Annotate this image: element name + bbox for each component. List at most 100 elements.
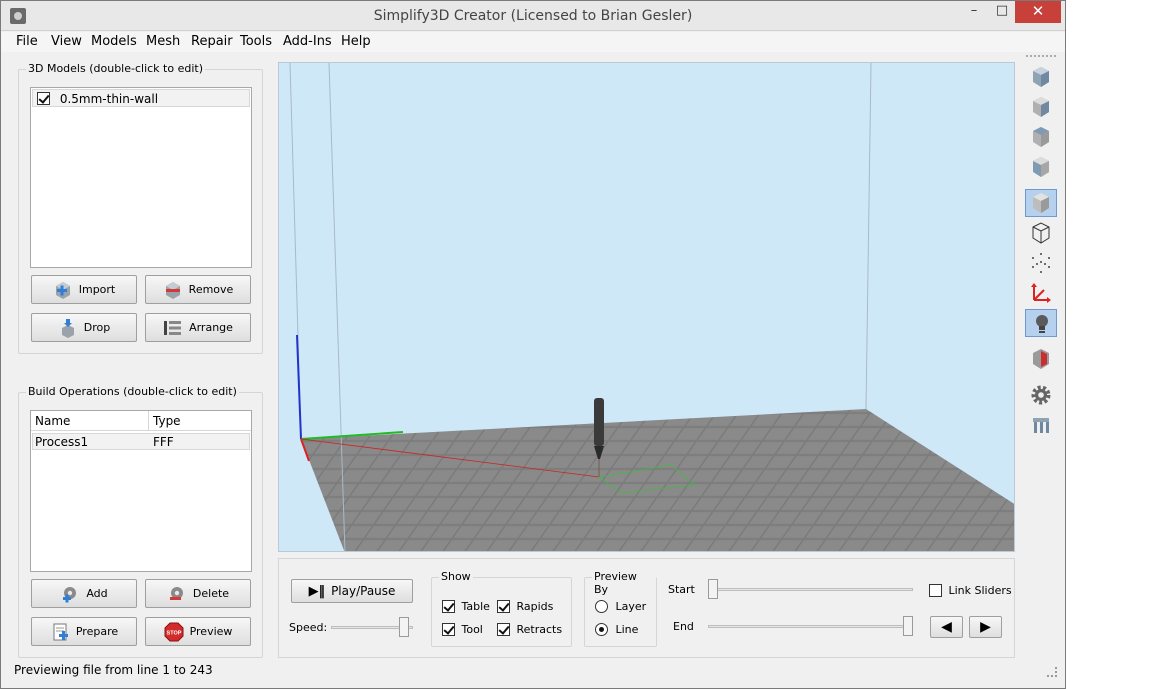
view-top-button[interactable]: [1025, 123, 1057, 151]
arrange-button[interactable]: Arrange: [145, 313, 251, 342]
menu-view[interactable]: View: [51, 34, 82, 49]
step-forward-button[interactable]: ▶: [969, 616, 1002, 638]
add-label: Add: [86, 587, 108, 600]
show-tool-label: Tool: [461, 622, 483, 636]
menu-tools[interactable]: Tools: [240, 34, 272, 49]
list-item[interactable]: 0.5mm-thin-wall: [32, 89, 250, 107]
view-default-icon: [1033, 67, 1049, 87]
show-table-checkbox[interactable]: [442, 599, 455, 613]
menu-models[interactable]: Models: [91, 34, 137, 49]
wireframe-mode-button[interactable]: [1025, 219, 1057, 247]
prepare-button[interactable]: Prepare: [31, 617, 137, 646]
start-slider[interactable]: [708, 588, 913, 591]
show-table-option[interactable]: Table: [442, 599, 490, 613]
add-button[interactable]: Add: [31, 579, 137, 608]
delete-button[interactable]: Delete: [145, 579, 251, 608]
preview-controls: ▶‖ Play/Pause Speed: Show Table Tool Rap…: [278, 558, 1015, 658]
preview-by-layer-option[interactable]: Layer: [595, 599, 646, 613]
show-rapids-checkbox[interactable]: [497, 599, 510, 613]
arrange-icon: [163, 318, 183, 338]
play-pause-button[interactable]: ▶‖ Play/Pause: [291, 579, 413, 603]
status-text: Previewing file from line 1 to 243: [14, 663, 213, 677]
menu-mesh[interactable]: Mesh: [146, 34, 180, 49]
wireframe-mode-icon: [1032, 222, 1050, 244]
models-group: 3D Models (double-click to edit) 0.5mm-t…: [18, 62, 263, 354]
prepare-icon: [50, 622, 70, 642]
preview-by-label: Preview By: [592, 570, 656, 596]
resize-grip[interactable]: [1047, 667, 1057, 677]
view-side-icon: [1033, 157, 1049, 177]
start-slider-thumb[interactable]: [708, 579, 718, 599]
point-mode-button[interactable]: [1025, 249, 1057, 277]
remove-label: Remove: [188, 283, 234, 296]
end-label: End: [673, 620, 694, 633]
menu-file[interactable]: File: [16, 34, 38, 49]
models-list[interactable]: 0.5mm-thin-wall: [30, 87, 252, 268]
stop-sign-icon: STOP: [164, 622, 184, 642]
settings-gear-icon: [1031, 385, 1051, 405]
models-group-label: 3D Models (double-click to edit): [26, 62, 205, 75]
solid-mode-button[interactable]: [1025, 189, 1057, 217]
column-name-header[interactable]: Name: [35, 414, 70, 428]
cross-section-icon: [1033, 349, 1049, 369]
show-retracts-label: Retracts: [516, 622, 563, 636]
view-toolbar: [1022, 53, 1060, 441]
show-tool-option[interactable]: Tool: [442, 622, 483, 636]
drop-label: Drop: [83, 321, 111, 334]
table-row[interactable]: Process1 FFF: [32, 433, 250, 450]
lighting-icon: [1036, 315, 1048, 333]
preview-by-group: Preview By Layer Line: [584, 570, 657, 647]
end-slider-thumb[interactable]: [903, 616, 913, 636]
link-sliders-option[interactable]: Link Sliders: [929, 583, 1012, 597]
speed-slider-thumb[interactable]: [399, 617, 410, 637]
drop-button[interactable]: Drop: [31, 313, 137, 342]
link-sliders-label: Link Sliders: [948, 583, 1012, 597]
window-title: Simplify3D Creator (Licensed to Brian Ge…: [373, 8, 693, 24]
link-sliders-checkbox[interactable]: [929, 583, 942, 597]
menu-repair[interactable]: Repair: [191, 34, 233, 49]
processes-table[interactable]: Name Type Process1 FFF: [30, 410, 252, 572]
lighting-button[interactable]: [1025, 309, 1057, 337]
cross-section-button[interactable]: [1025, 345, 1057, 373]
view-front-button[interactable]: [1025, 93, 1057, 121]
view-front-icon: [1033, 97, 1049, 117]
step-back-button[interactable]: ◀: [930, 616, 963, 638]
arrow-right-icon: ▶: [980, 619, 991, 635]
line-radio[interactable]: [595, 622, 608, 636]
preview-by-line-option[interactable]: Line: [595, 622, 638, 636]
axes-button[interactable]: [1025, 279, 1057, 307]
line-label: Line: [615, 622, 639, 636]
show-table-label: Table: [461, 599, 490, 613]
3d-viewport[interactable]: [278, 62, 1015, 552]
arrange-label: Arrange: [189, 321, 233, 334]
build-group-label: Build Operations (double-click to edit): [26, 385, 239, 398]
import-icon: [53, 280, 73, 300]
layer-radio[interactable]: [595, 599, 608, 613]
process-type: FFF: [153, 435, 174, 449]
view-side-button[interactable]: [1025, 153, 1057, 181]
view-top-icon: [1033, 127, 1049, 147]
import-label: Import: [78, 283, 116, 296]
settings-button[interactable]: [1025, 381, 1057, 409]
minimize-button[interactable]: –: [961, 1, 987, 23]
column-type-header[interactable]: Type: [153, 414, 181, 428]
remove-button[interactable]: Remove: [145, 275, 251, 304]
menu-add-ins[interactable]: Add-Ins: [283, 34, 332, 49]
preview-button[interactable]: STOP Preview: [145, 617, 251, 646]
build-operations-group: Build Operations (double-click to edit) …: [18, 385, 263, 658]
end-slider[interactable]: [708, 625, 913, 628]
show-tool-checkbox[interactable]: [442, 622, 455, 636]
show-retracts-option[interactable]: Retracts: [497, 622, 562, 636]
maximize-button[interactable]: □: [989, 1, 1015, 23]
drop-icon: [58, 318, 78, 338]
show-retracts-checkbox[interactable]: [497, 622, 510, 636]
machine-bed-button[interactable]: [1025, 411, 1057, 439]
close-button[interactable]: ✕: [1015, 1, 1061, 23]
view-default-button[interactable]: [1025, 63, 1057, 91]
solid-mode-icon: [1033, 193, 1049, 213]
show-rapids-option[interactable]: Rapids: [497, 599, 553, 613]
menu-help[interactable]: Help: [341, 34, 371, 49]
import-button[interactable]: Import: [31, 275, 137, 304]
model-visible-checkbox[interactable]: [37, 92, 50, 105]
column-divider: [148, 411, 149, 431]
